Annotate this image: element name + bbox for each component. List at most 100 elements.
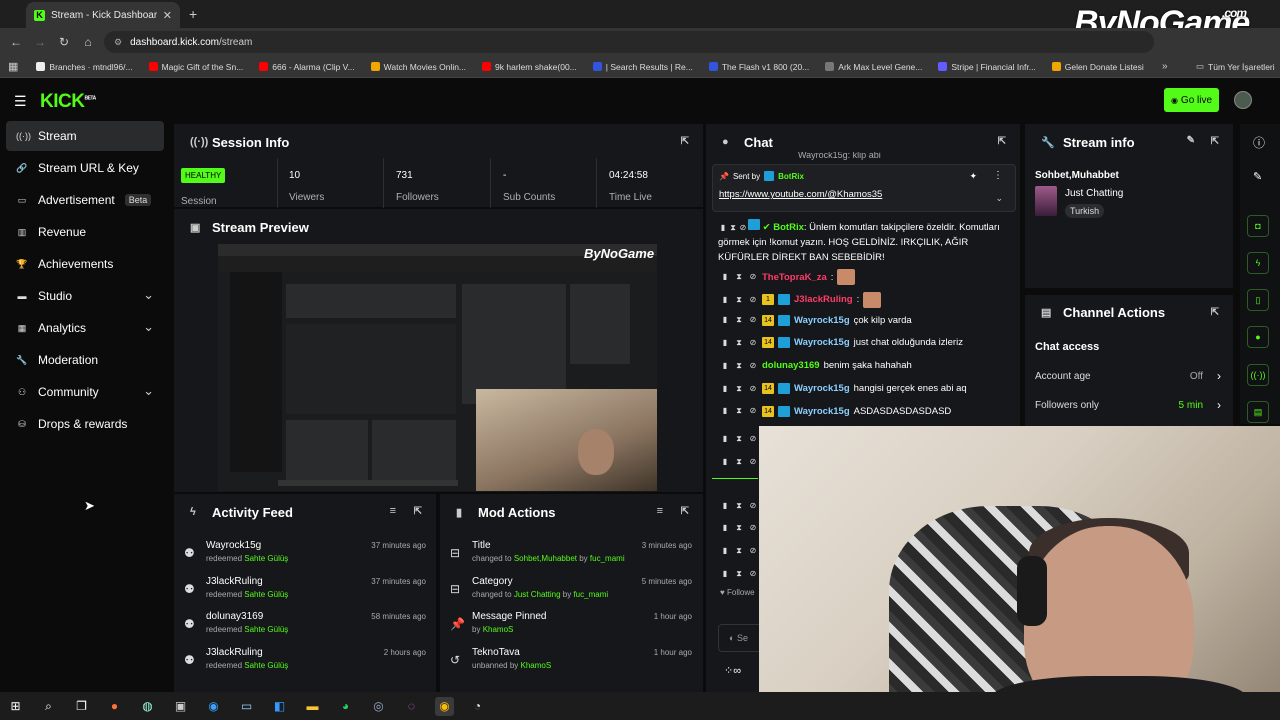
chat-access-row[interactable]: Account age Off › — [1035, 369, 1225, 389]
edit-pencil-icon[interactable]: ✎ — [1187, 135, 1195, 146]
filter-icon[interactable]: ≡ — [390, 505, 396, 517]
ban-icon[interactable]: ⊘ — [748, 546, 758, 556]
broadcast-icon[interactable]: ((·)) — [1247, 364, 1269, 386]
edit-pencil-icon[interactable]: ✎ — [1253, 170, 1262, 183]
ban-icon[interactable]: ⊘ — [748, 569, 758, 579]
delete-icon[interactable]: ▮ — [720, 501, 730, 511]
ban-icon[interactable]: ⊘ — [748, 272, 758, 282]
task-view-icon[interactable]: ❐ — [72, 697, 91, 716]
timeout-icon[interactable]: ⧗ — [734, 406, 744, 416]
timeout-icon[interactable]: ⧗ — [734, 315, 744, 325]
bookmark-item[interactable]: Gelen Donate Listesi — [1044, 62, 1152, 72]
lightning-icon[interactable]: ϟ — [1247, 252, 1269, 274]
sidebar-item-community[interactable]: ⚇ Community ⌄ — [6, 377, 164, 407]
timeout-icon[interactable]: ⧗ — [734, 384, 744, 394]
firefox-icon[interactable]: ● — [105, 697, 124, 716]
sidebar-item-advertisement[interactable]: ▭ Advertisement Beta — [6, 185, 164, 215]
chat-username[interactable]: J3lackRuling — [794, 294, 853, 305]
timeout-icon[interactable]: ⧗ — [734, 338, 744, 348]
emote-icon[interactable]: ◐ — [729, 633, 734, 643]
sidebar-item-drops-rewards[interactable]: ⛁ Drops & rewards — [6, 409, 164, 439]
delete-icon[interactable]: ▮ — [720, 295, 730, 305]
chevron-down-icon[interactable]: ⌄ — [143, 383, 154, 399]
activity-feed-item[interactable]: ⚉ J3lackRuling redeemed Sahte Gülüş 2 hours… — [174, 645, 436, 681]
ban-icon[interactable]: ⊘ — [748, 523, 758, 533]
app-icon[interactable]: ◔ — [468, 697, 487, 716]
ban-icon[interactable]: ⊘ — [748, 295, 758, 305]
timeout-icon[interactable]: ⧗ — [734, 501, 744, 511]
windows-start-icon[interactable]: ⊞ — [6, 697, 25, 716]
delete-icon[interactable]: ▮ — [720, 523, 730, 533]
reload-icon[interactable]: ↻ — [52, 35, 76, 49]
delete-icon[interactable]: ▮ — [720, 315, 730, 325]
browser-tab[interactable]: K Stream - Kick Dashboard ✕ — [26, 2, 180, 28]
chat-username[interactable]: BotRix — [773, 222, 804, 233]
file-explorer-icon[interactable]: ▬ — [303, 697, 322, 716]
go-live-button[interactable]: ◉ Go live — [1164, 88, 1219, 112]
filter-icon[interactable]: ≡ — [657, 505, 663, 517]
document-icon[interactable]: ▯ — [1247, 289, 1269, 311]
mod-action-item[interactable]: ⊟ Title changed to Sohbet,Muhabbet by fuc_… — [440, 538, 702, 574]
mod-action-item[interactable]: 📌 Message Pinned by KhamoS 1 hour ago — [440, 609, 702, 645]
search-icon[interactable]: ⌕ — [39, 697, 58, 716]
ban-icon[interactable]: ⊘ — [748, 406, 758, 416]
chat-username[interactable]: Wayrock15g — [794, 337, 850, 348]
back-icon[interactable]: ← — [4, 35, 28, 49]
mod-action-item[interactable]: ⊟ Category changed to Just Chatting by fuc… — [440, 574, 702, 610]
url-input[interactable]: ⚙ dashboard.kick.com/stream — [104, 31, 1154, 53]
timeout-icon[interactable]: ⧗ — [734, 272, 744, 282]
delete-icon[interactable]: ▮ — [720, 272, 730, 282]
timeout-icon[interactable]: ⧗ — [734, 457, 744, 467]
bookmark-item[interactable]: Branches · mtndl96/... — [28, 62, 140, 72]
chat-users-icon[interactable]: ⁘∞ — [724, 664, 741, 677]
pinned-link[interactable]: https://www.youtube.com/@Khamos35 — [719, 189, 882, 200]
sidebar-item-studio[interactable]: ▬ Studio ⌄ — [6, 281, 164, 311]
terminal-icon[interactable]: ▣ — [171, 697, 190, 716]
popout-icon[interactable]: ⇱ — [681, 136, 689, 147]
stream-preview-video[interactable]: ByNoGame — [218, 244, 657, 491]
delete-icon[interactable]: ▮ — [720, 457, 730, 467]
ban-icon[interactable]: ⊘ — [748, 338, 758, 348]
timeout-icon[interactable]: ⧗ — [734, 523, 744, 533]
ban-icon[interactable]: ⊘ — [748, 501, 758, 511]
delete-icon[interactable]: ▮ — [720, 434, 730, 444]
popout-icon[interactable]: ⇱ — [998, 136, 1006, 147]
delete-icon[interactable]: ▮ — [720, 384, 730, 394]
new-tab-button[interactable]: + — [189, 6, 197, 22]
timeout-icon[interactable]: ⧗ — [734, 546, 744, 556]
sidebar-item-stream-url-key[interactable]: 🔗 Stream URL & Key — [6, 153, 164, 183]
bookmark-item[interactable]: The Flash v1 800 (20... — [701, 62, 817, 72]
delete-icon[interactable]: ▮ — [718, 223, 728, 233]
more-options-icon[interactable]: ⋮ — [993, 170, 1003, 181]
delete-icon[interactable]: ▮ — [720, 569, 730, 579]
bookmark-item[interactable]: | Search Results | Re... — [585, 62, 701, 72]
chat-username[interactable]: Wayrock15g — [794, 315, 850, 326]
sidebar-item-analytics[interactable]: ▦ Analytics ⌄ — [6, 313, 164, 343]
delete-icon[interactable]: ▮ — [720, 406, 730, 416]
bookmark-item[interactable]: Watch Movies Onlin... — [363, 62, 474, 72]
site-info-icon[interactable]: ⚙ — [114, 37, 122, 48]
mod-action-item[interactable]: ↺ TeknoTava unbanned by KhamoS 1 hour ago — [440, 645, 702, 681]
chat-access-row[interactable]: Followers only 5 min › — [1035, 398, 1225, 418]
ban-icon[interactable]: ⊘ — [748, 434, 758, 444]
ban-icon[interactable]: ⊘ — [748, 315, 758, 325]
all-bookmarks-folder[interactable]: ▭ Tüm Yer İşaretleri — [1188, 61, 1280, 72]
sidebar-item-moderation[interactable]: 🔧 Moderation — [6, 345, 164, 375]
chevron-down-icon[interactable]: ⌄ — [143, 319, 154, 335]
camera-icon[interactable]: ◘ — [1247, 215, 1269, 237]
user-avatar[interactable] — [1234, 91, 1252, 109]
timeout-icon[interactable]: ⧗ — [734, 434, 744, 444]
popout-icon[interactable]: ⇱ — [1211, 307, 1219, 318]
ban-icon[interactable]: ⊘ — [738, 223, 748, 233]
chevron-down-icon[interactable]: ⌄ — [995, 193, 1003, 204]
popout-icon[interactable]: ⇱ — [681, 506, 689, 517]
bookmark-item[interactable]: Stripe | Financial Infr... — [930, 62, 1043, 72]
computer-icon[interactable]: ▭ — [237, 697, 256, 716]
delete-icon[interactable]: ▮ — [720, 338, 730, 348]
menu-hamburger-icon[interactable]: ☰ — [14, 93, 27, 110]
activity-feed-item[interactable]: ⚉ J3lackRuling redeemed Sahte Gülüş 37 minu… — [174, 574, 436, 610]
sidebar-item-stream[interactable]: ((·)) Stream — [6, 121, 164, 151]
timeout-icon[interactable]: ⧗ — [728, 223, 738, 233]
delete-icon[interactable]: ▮ — [720, 546, 730, 556]
chat-username[interactable]: Wayrock15g — [794, 406, 850, 417]
